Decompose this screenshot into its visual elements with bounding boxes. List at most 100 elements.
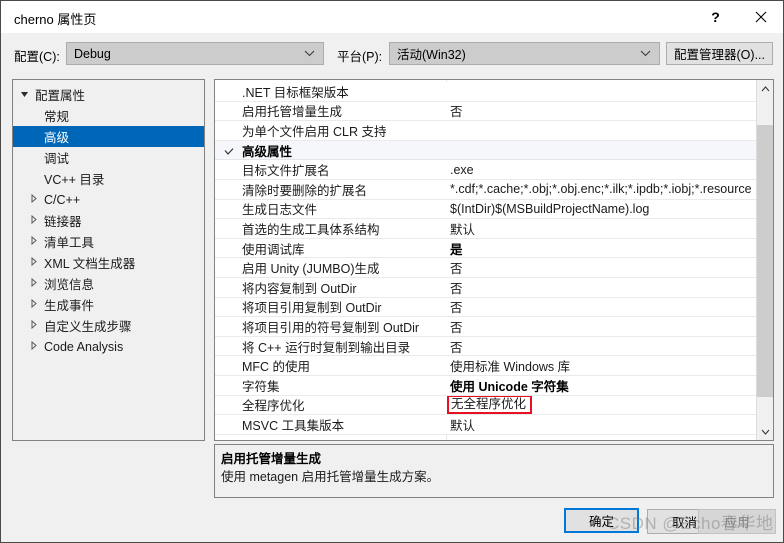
tree-item-label: 配置属性: [35, 89, 86, 103]
chevron-down-icon: [304, 43, 315, 64]
property-row[interactable]: .NET 目标框架版本: [215, 82, 757, 102]
config-manager-button[interactable]: 配置管理器(O)...: [666, 42, 773, 65]
triangle-right-icon[interactable]: [30, 214, 44, 226]
property-row[interactable]: 将内容复制到 OutDir 否: [215, 277, 757, 298]
apply-button[interactable]: 应用: [698, 509, 776, 534]
tree-item-label: XML 文档生成器: [44, 257, 136, 271]
configuration-bar: 配置(C): Debug 平台(P): 活动(Win32) 配置管理器(O)..…: [1, 33, 783, 75]
tree-item-label: 浏览信息: [44, 278, 95, 292]
triangle-right-icon[interactable]: [30, 298, 44, 310]
property-value[interactable]: 否: [450, 258, 463, 277]
configuration-value: Debug: [74, 46, 111, 61]
scroll-down-button[interactable]: [757, 423, 773, 440]
property-name: 目标文件扩展名: [242, 164, 330, 179]
triangle-right-icon[interactable]: [30, 277, 44, 289]
page-title: cherno 属性页: [14, 12, 97, 27]
property-row[interactable]: 生成日志文件 $(IntDir)$(MSBuildProjectName).log: [215, 199, 757, 220]
property-name: MSVC 工具集版本: [242, 418, 345, 433]
property-value[interactable]: $(IntDir)$(MSBuildProjectName).log: [450, 202, 649, 216]
property-row[interactable]: 目标文件扩展名 .exe: [215, 160, 757, 180]
property-name: 使用调试库: [242, 242, 305, 257]
property-value[interactable]: .exe: [450, 163, 474, 177]
tree-item-label: VC++ 目录: [44, 173, 105, 187]
property-name: 全程序优化: [242, 399, 305, 414]
property-name: 为单个文件启用 CLR 支持: [242, 124, 387, 139]
title-bar: cherno 属性页 ?: [1, 1, 783, 33]
property-value[interactable]: 否: [450, 337, 463, 356]
property-row[interactable]: 启用托管增量生成 否: [215, 101, 757, 122]
property-row[interactable]: MFC 的使用 使用标准 Windows 库: [215, 356, 757, 376]
tree-item[interactable]: Code Analysis: [13, 336, 204, 357]
tree-item-label: 自定义生成步骤: [44, 320, 132, 334]
property-value[interactable]: 否: [450, 317, 463, 336]
property-value[interactable]: *.cdf;*.cache;*.obj;*.obj.enc;*.ilk;*.ip…: [450, 182, 752, 196]
triangle-right-icon[interactable]: [30, 235, 44, 247]
property-value[interactable]: 否: [450, 298, 463, 317]
platform-combobox[interactable]: 活动(Win32): [389, 42, 660, 65]
configuration-label: 配置(C):: [14, 50, 60, 64]
property-row[interactable]: 首选的生成工具体系结构 默认: [215, 219, 757, 239]
property-value-highlighted[interactable]: 无全程序优化: [447, 395, 533, 415]
property-row[interactable]: 启用 Unity (JUMBO)生成 否: [215, 258, 757, 278]
triangle-right-icon[interactable]: [30, 193, 44, 205]
triangle-right-icon[interactable]: [30, 256, 44, 268]
triangle-right-icon[interactable]: [30, 340, 44, 352]
property-row[interactable]: 清除时要删除的扩展名 *.cdf;*.cache;*.obj;*.obj.enc;…: [215, 179, 757, 200]
description-panel: 启用托管增量生成 使用 metagen 启用托管增量生成方案。: [214, 444, 774, 498]
property-value[interactable]: 是: [450, 239, 463, 258]
ok-button[interactable]: 确定: [564, 508, 639, 533]
property-value[interactable]: 默认: [450, 219, 475, 238]
property-name: 清除时要删除的扩展名: [242, 183, 368, 198]
tree-item[interactable]: 生成事件: [13, 294, 204, 315]
chevron-down-icon: [761, 429, 769, 435]
tree-item-label: 链接器: [44, 215, 82, 229]
close-button[interactable]: [738, 1, 783, 32]
tree-item[interactable]: 自定义生成步骤: [13, 315, 204, 336]
tree-item[interactable]: XML 文档生成器: [13, 252, 204, 273]
property-group-header[interactable]: 高级属性: [215, 140, 757, 161]
property-name: 生成日志文件: [242, 203, 318, 218]
tree-item-label: 清单工具: [44, 236, 95, 250]
help-button[interactable]: ?: [693, 1, 738, 32]
configuration-tree[interactable]: 配置属性常规 高级 调试 VC++ 目录 C/C++ 链接器清单工具 XML 文档生成器 浏览…: [12, 79, 205, 441]
tree-item[interactable]: 常规: [13, 105, 204, 126]
scroll-up-button[interactable]: [757, 80, 773, 97]
tree-item[interactable]: 配置属性: [13, 84, 204, 105]
question-mark-icon: ?: [711, 8, 720, 25]
property-name: 高级属性: [242, 144, 293, 159]
property-row[interactable]: 将项目引用的符号复制到 OutDir 否: [215, 317, 757, 337]
property-row[interactable]: 全程序优化 无全程序优化: [215, 395, 757, 416]
chevron-down-icon[interactable]: [224, 145, 234, 159]
property-name: .NET 目标框架版本: [242, 85, 349, 100]
property-value[interactable]: 默认: [450, 415, 475, 434]
property-row[interactable]: 使用调试库 是: [215, 238, 757, 259]
property-row[interactable]: 为单个文件启用 CLR 支持: [215, 121, 757, 141]
triangle-down-icon[interactable]: [21, 90, 35, 100]
scroll-thumb[interactable]: [757, 125, 773, 397]
property-row[interactable]: 字符集 使用 Unicode 字符集: [215, 375, 757, 396]
tree-item[interactable]: 浏览信息: [13, 273, 204, 294]
tree-item[interactable]: 调试: [13, 147, 204, 168]
property-row[interactable]: MSVC 工具集版本 默认: [215, 415, 757, 435]
triangle-right-icon[interactable]: [30, 319, 44, 331]
tree-item-label: C/C++: [44, 192, 81, 207]
property-value[interactable]: 否: [450, 278, 463, 297]
property-rows: .NET 目标框架版本 启用托管增量生成否为单个文件启用 CLR 支持 高级属性 目标…: [215, 80, 757, 440]
property-value[interactable]: 否: [450, 102, 463, 121]
tree-item[interactable]: 链接器: [13, 210, 204, 231]
platform-value: 活动(Win32): [397, 48, 466, 62]
property-value[interactable]: 使用 Unicode 字符集: [450, 376, 569, 395]
property-value[interactable]: 使用标准 Windows 库: [450, 356, 570, 375]
description-body: 使用 metagen 启用托管增量生成方案。: [221, 470, 440, 484]
property-row[interactable]: 将项目引用复制到 OutDir 否: [215, 297, 757, 318]
property-row[interactable]: 将 C++ 运行时复制到输出目录 否: [215, 336, 757, 357]
property-grid[interactable]: .NET 目标框架版本 启用托管增量生成否为单个文件启用 CLR 支持 高级属性 目标…: [214, 79, 774, 441]
tree-item[interactable]: 清单工具: [13, 231, 204, 252]
property-name: 将内容复制到 OutDir: [242, 281, 357, 296]
tree-item[interactable]: C/C++: [13, 189, 204, 210]
grid-vertical-scrollbar[interactable]: [756, 80, 773, 440]
tree-item[interactable]: 高级: [13, 126, 204, 147]
chevron-down-icon: [640, 43, 651, 64]
configuration-combobox[interactable]: Debug: [66, 42, 324, 65]
tree-item[interactable]: VC++ 目录: [13, 168, 204, 189]
